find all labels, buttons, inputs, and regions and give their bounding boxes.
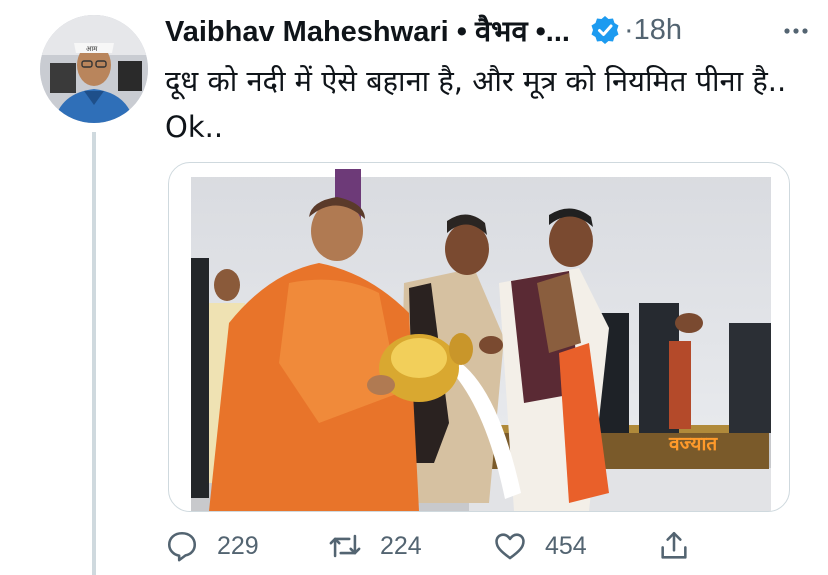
thread-line: [92, 132, 96, 575]
avatar[interactable]: आम: [40, 15, 148, 123]
retweet-action[interactable]: 224: [328, 529, 493, 563]
svg-text:आम: आम: [86, 45, 98, 53]
reply-count: 229: [217, 531, 259, 560]
reply-icon: [167, 531, 197, 562]
heart-icon: [495, 533, 525, 560]
share-icon: [661, 531, 687, 559]
banner-text: वज्यात: [668, 433, 718, 455]
more-options-icon[interactable]: [781, 16, 811, 51]
like-count: 454: [545, 531, 587, 560]
verified-badge-icon: [590, 15, 620, 45]
author-name[interactable]: Vaibhav Maheshwari • वैभव •...: [165, 11, 570, 50]
retweet-count: 224: [380, 531, 422, 560]
tweet-actions: 229 224 454: [165, 522, 815, 570]
avatar-photo: आम: [40, 15, 148, 123]
tweet-header: Vaibhav Maheshwari • वैभव •... ·18h: [165, 8, 815, 52]
like-action[interactable]: 454: [493, 529, 657, 563]
reply-action[interactable]: 229: [165, 529, 328, 563]
retweet-icon: [329, 534, 361, 558]
tweet-text: दूध को नदी में ऐसे बहाना है, और मूत्र को…: [165, 64, 787, 144]
tweet-timestamp[interactable]: ·18h: [624, 14, 682, 47]
tweet-photo: वज्यात: [191, 169, 771, 511]
share-action[interactable]: [657, 529, 709, 563]
tweet-media[interactable]: वज्यात: [168, 162, 790, 512]
